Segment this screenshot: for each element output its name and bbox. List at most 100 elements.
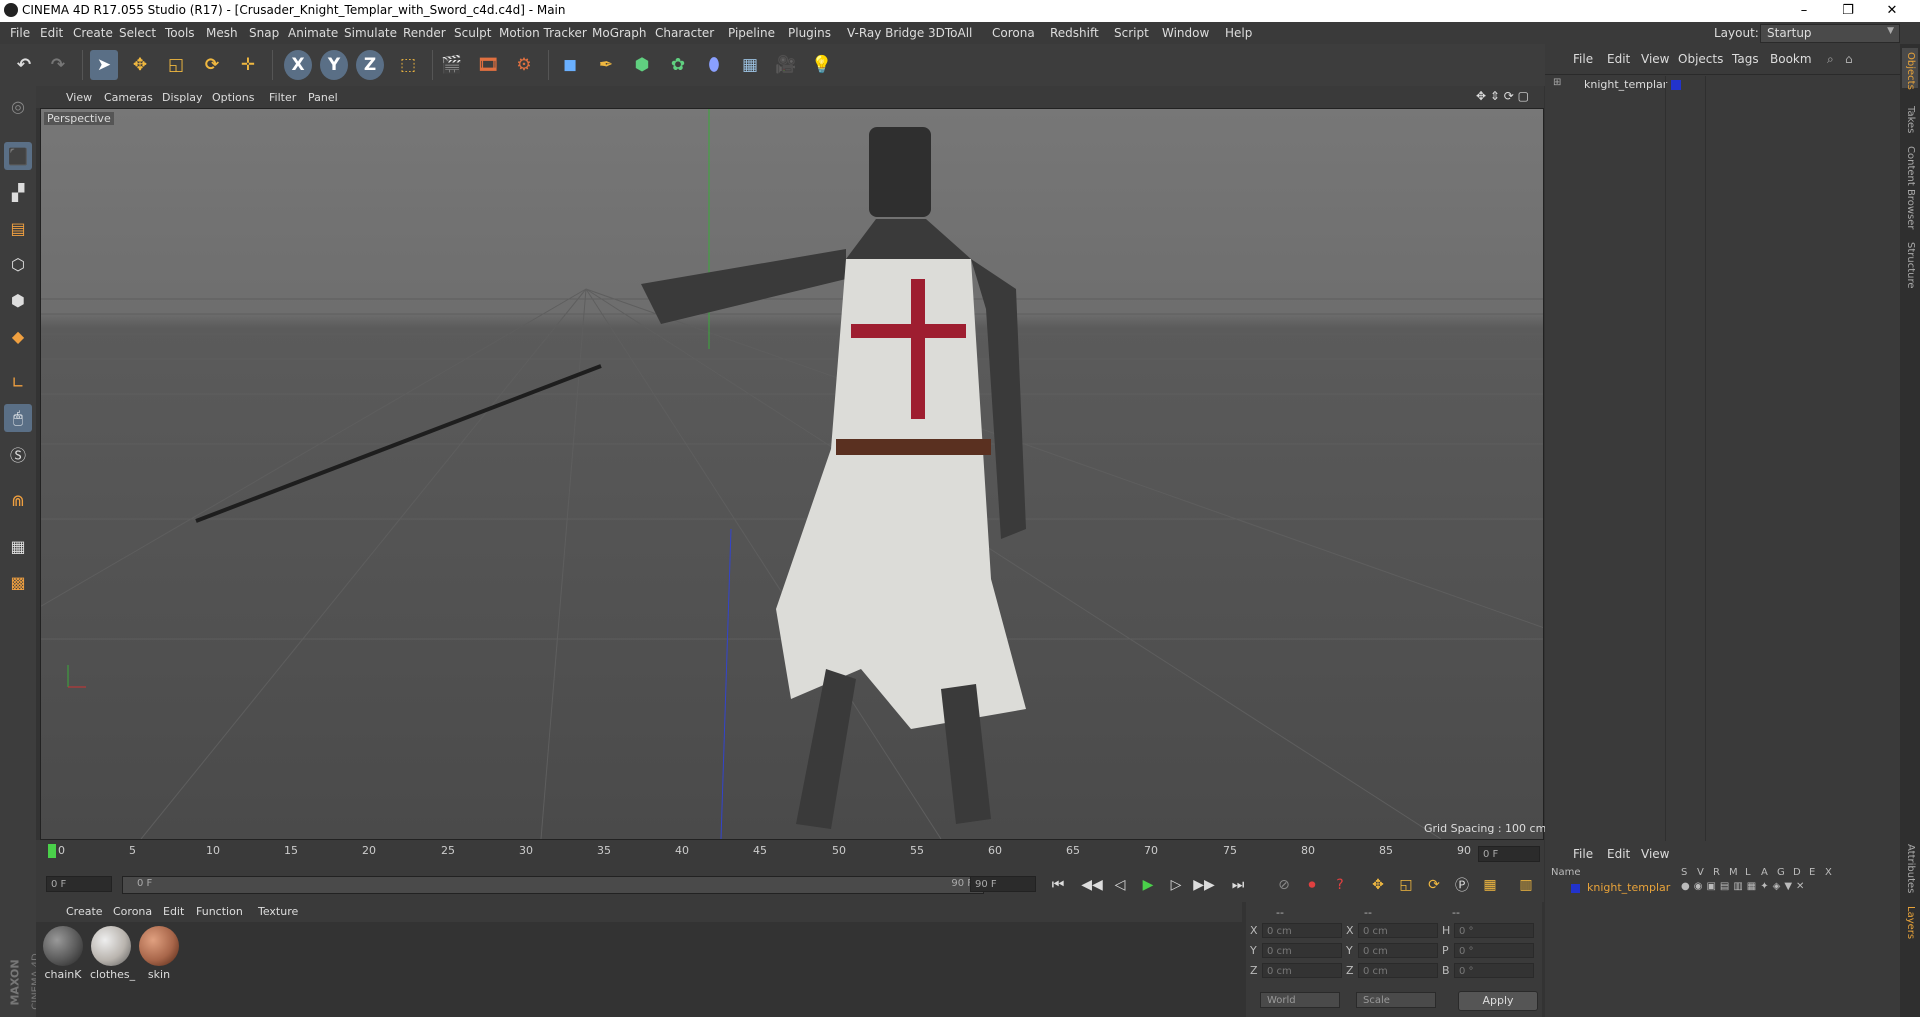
- record-icon[interactable]: ⏺: [1300, 874, 1324, 896]
- obj-menu-file[interactable]: File: [1573, 52, 1593, 66]
- obj-menu-objects[interactable]: Objects: [1678, 52, 1723, 66]
- pen-spline-icon[interactable]: ✒: [592, 50, 620, 80]
- vp-menu-display[interactable]: Display: [162, 91, 203, 104]
- coord-pos-x-field[interactable]: 0 cm: [1262, 923, 1342, 938]
- vp-menu-cameras[interactable]: Cameras: [104, 91, 153, 104]
- vp-menu-filter[interactable]: Filter: [269, 91, 296, 104]
- menu-file[interactable]: File: [10, 26, 30, 40]
- menu-plugins[interactable]: Plugins: [788, 26, 831, 40]
- mat-menu-create[interactable]: Create: [66, 905, 103, 918]
- previous-key-icon[interactable]: ◀◀: [1080, 874, 1104, 896]
- next-frame-icon[interactable]: ▷: [1164, 874, 1188, 896]
- layer-menu-edit[interactable]: Edit: [1607, 847, 1630, 861]
- tweak-mode-icon[interactable]: 🖱: [4, 404, 32, 432]
- obj-menu-bookmarks[interactable]: Bookm: [1770, 52, 1812, 66]
- key-rotation-icon[interactable]: ⟳: [1422, 874, 1446, 896]
- texture-mode-icon[interactable]: ▞: [4, 178, 32, 206]
- light-icon[interactable]: 💡: [808, 50, 836, 80]
- menu-character[interactable]: Character: [655, 26, 714, 40]
- menu-pipeline[interactable]: Pipeline: [728, 26, 775, 40]
- x-axis-button[interactable]: X: [284, 50, 312, 80]
- tab-objects[interactable]: Objects: [1905, 52, 1916, 90]
- render-settings-icon[interactable]: ⚙: [510, 50, 538, 80]
- end-frame-field[interactable]: 90 F: [970, 876, 1036, 892]
- menu-edit[interactable]: Edit: [40, 26, 63, 40]
- menu-create[interactable]: Create: [73, 26, 113, 40]
- coord-pos-y-field[interactable]: 0 cm: [1262, 943, 1342, 958]
- menu-tools[interactable]: Tools: [165, 26, 195, 40]
- y-axis-button[interactable]: Y: [320, 50, 348, 80]
- coord-size-z-field[interactable]: 0 cm: [1358, 963, 1438, 978]
- coordinate-system-icon[interactable]: ⬚: [394, 50, 422, 80]
- apply-button[interactable]: Apply: [1458, 991, 1538, 1011]
- obj-menu-view[interactable]: View: [1641, 52, 1669, 66]
- coord-rot-p-field[interactable]: 0 °: [1454, 943, 1534, 958]
- tab-layers[interactable]: Layers: [1905, 906, 1916, 939]
- menu-vray-bridge[interactable]: V-Ray Bridge: [847, 26, 924, 40]
- vp-menu-options[interactable]: Options: [212, 91, 254, 104]
- mat-menu-edit[interactable]: Edit: [163, 905, 184, 918]
- close-button[interactable]: ✕: [1870, 0, 1914, 22]
- menu-mesh[interactable]: Mesh: [206, 26, 238, 40]
- auto-key-icon[interactable]: ?: [1328, 874, 1352, 896]
- minimize-button[interactable]: –: [1782, 0, 1826, 22]
- menu-3dtoall[interactable]: 3DToAll: [928, 26, 972, 40]
- menu-mograph[interactable]: MoGraph: [592, 26, 647, 40]
- next-key-icon[interactable]: ▶▶: [1192, 874, 1216, 896]
- menu-select[interactable]: Select: [119, 26, 156, 40]
- camera-icon[interactable]: 🎥: [772, 50, 800, 80]
- menu-motion-tracker[interactable]: Motion Tracker: [499, 26, 587, 40]
- mat-menu-texture[interactable]: Texture: [258, 905, 298, 918]
- scale-tool-icon[interactable]: ◱: [162, 50, 190, 80]
- polygons-mode-icon[interactable]: ◆: [4, 322, 32, 350]
- tab-structure[interactable]: Structure: [1905, 242, 1916, 289]
- playhead[interactable]: [48, 844, 56, 858]
- menu-sculpt[interactable]: Sculpt: [454, 26, 491, 40]
- rotate-tool-icon[interactable]: ⟳: [198, 50, 226, 80]
- mograph-cloner-icon[interactable]: ✿: [664, 50, 692, 80]
- transform-tool-icon[interactable]: ✛: [234, 50, 262, 80]
- model-mode-icon[interactable]: ⬛: [4, 142, 32, 170]
- z-axis-button[interactable]: Z: [356, 50, 384, 80]
- subdivision-icon[interactable]: ⬢: [628, 50, 656, 80]
- grid-lock-icon[interactable]: ▦: [4, 532, 32, 560]
- home-icon[interactable]: ⌂: [1845, 52, 1853, 66]
- perspective-viewport[interactable]: [40, 108, 1544, 840]
- key-position-icon[interactable]: ✥: [1366, 874, 1390, 896]
- deformer-icon[interactable]: ⬮: [700, 50, 728, 80]
- coord-pos-z-field[interactable]: 0 cm: [1262, 963, 1342, 978]
- timeline-icon[interactable]: ▥: [1514, 874, 1538, 896]
- maximize-button[interactable]: ❐: [1826, 0, 1870, 22]
- menu-animate[interactable]: Animate: [288, 26, 338, 40]
- go-to-end-icon[interactable]: ⏭: [1226, 874, 1250, 896]
- render-picture-viewer-icon[interactable]: 🎞: [474, 50, 502, 80]
- material-skin[interactable]: skin: [138, 926, 180, 984]
- menu-snap[interactable]: Snap: [249, 26, 279, 40]
- current-frame-field[interactable]: 0 F: [1478, 846, 1540, 862]
- vp-menu-view[interactable]: View: [66, 91, 92, 104]
- layer-menu-view[interactable]: View: [1641, 847, 1669, 861]
- tab-takes[interactable]: Takes: [1905, 106, 1916, 133]
- coord-rot-b-field[interactable]: 0 °: [1454, 963, 1534, 978]
- menu-script[interactable]: Script: [1114, 26, 1149, 40]
- layer-row[interactable]: knight_templar ●◉▣▤▥▦✦◈▼✕: [1545, 881, 1900, 897]
- coord-system-dropdown[interactable]: World: [1260, 992, 1340, 1008]
- coord-rot-h-field[interactable]: 0 °: [1454, 923, 1534, 938]
- start-frame-field[interactable]: 0 F: [46, 876, 112, 892]
- record-disabled-icon[interactable]: ⊘: [1272, 874, 1296, 896]
- play-icon[interactable]: ▶: [1136, 874, 1160, 896]
- layer-toggle-icons[interactable]: ●◉▣▤▥▦✦◈▼✕: [1681, 881, 1808, 892]
- obj-menu-edit[interactable]: Edit: [1607, 52, 1630, 66]
- render-view-icon[interactable]: 🎬: [438, 50, 466, 80]
- snap-icon[interactable]: Ⓢ: [4, 440, 32, 468]
- cube-icon[interactable]: ◼: [556, 50, 584, 80]
- coord-size-x-field[interactable]: 0 cm: [1358, 923, 1438, 938]
- layer-menu-file[interactable]: File: [1573, 847, 1593, 861]
- coord-size-y-field[interactable]: 0 cm: [1358, 943, 1438, 958]
- axis-mode-icon[interactable]: ∟: [4, 368, 32, 396]
- points-mode-icon[interactable]: ⬡: [4, 250, 32, 278]
- workplane-mode-icon[interactable]: ▤: [4, 214, 32, 242]
- select-tool-icon[interactable]: ➤: [90, 50, 118, 80]
- menu-window[interactable]: Window: [1162, 26, 1209, 40]
- tab-content-browser[interactable]: Content Browser: [1905, 146, 1916, 229]
